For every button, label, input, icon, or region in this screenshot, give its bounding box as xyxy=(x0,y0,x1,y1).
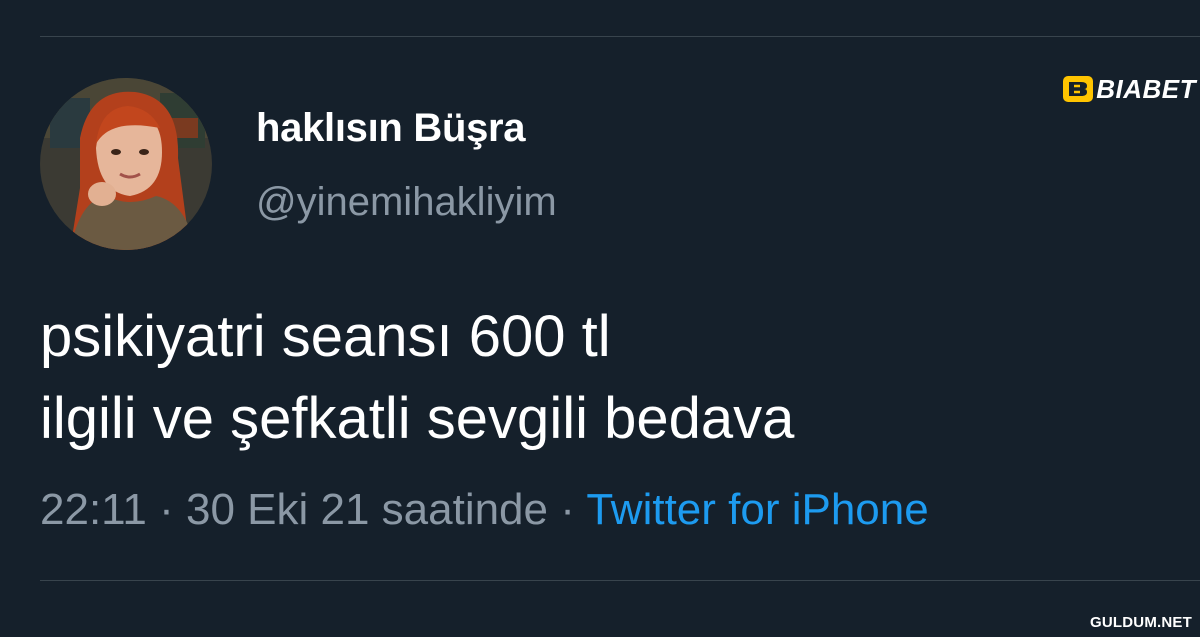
brand-watermark: BIABET xyxy=(1063,74,1196,104)
brand-name: BIABET xyxy=(1096,73,1196,104)
avatar-photo xyxy=(40,78,212,250)
brand-logo-icon xyxy=(1063,76,1094,102)
meta-separator: · xyxy=(560,485,587,534)
bottom-divider xyxy=(40,580,1200,581)
tweet-text-line: psikiyatri seansı 600 tl xyxy=(40,304,611,369)
tweet-screenshot: haklısın Büşra @yinemihakliyim psikiyatr… xyxy=(0,0,1200,637)
avatar[interactable] xyxy=(40,78,212,250)
tweet-time[interactable]: 22:11 xyxy=(40,485,147,534)
user-handle[interactable]: @yinemihakliyim xyxy=(256,180,557,225)
tweet-text-line: ilgili ve şefkatli sevgili bedava xyxy=(40,386,795,451)
tweet-source-link[interactable]: Twitter for iPhone xyxy=(586,485,928,534)
display-name[interactable]: haklısın Büşra xyxy=(256,106,526,151)
tweet-text: psikiyatri seansı 600 tl ilgili ve şefka… xyxy=(40,296,794,460)
meta-separator: · xyxy=(159,485,186,534)
tweet-meta: 22:11 · 30 Eki 21 saatinde · Twitter for… xyxy=(40,485,929,535)
tweet-date[interactable]: 30 Eki 21 saatinde xyxy=(186,485,548,534)
site-watermark: GULDUM.NET xyxy=(1090,614,1192,631)
top-divider xyxy=(40,36,1200,37)
